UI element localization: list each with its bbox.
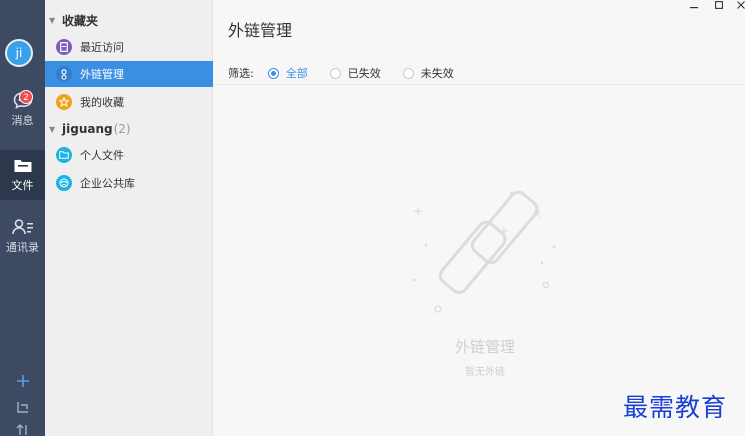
tree-item-label: 最近访问: [80, 41, 124, 54]
close-icon: [737, 1, 745, 9]
empty-state-title: 外链管理: [454, 338, 515, 356]
contacts-icon: [11, 218, 33, 234]
personal-folder-icon: [56, 147, 72, 163]
main-panel: 外链管理 筛选: 全部 已失效 未失效 外链管理 暂无外链 最需教育: [213, 0, 745, 436]
minimize-button[interactable]: [687, 0, 701, 10]
left-rail: ji 消息 2 文件 通讯录: [0, 0, 45, 436]
favorites-title: 收藏夹: [62, 13, 99, 28]
rail-item-messages[interactable]: 消息 2: [0, 84, 45, 134]
sort-icon: [16, 424, 27, 435]
sync-icon: [16, 402, 28, 413]
maximize-button[interactable]: [712, 0, 726, 10]
filter-option-label: 全部: [285, 67, 308, 80]
page-title: 外链管理: [228, 21, 293, 40]
navigation-tree: ▼ 收藏夹 最近访问 外链管理 我的收藏 ▼ jiguang (2) 个人文件: [45, 0, 213, 436]
link-icon: [56, 66, 72, 82]
filter-expired-radio[interactable]: 已失效: [329, 65, 381, 81]
tree-item-personal-files[interactable]: 个人文件: [45, 142, 213, 168]
empty-link-illustration-icon: [412, 190, 556, 313]
filter-bar: 筛选: 全部 已失效 未失效: [228, 65, 454, 81]
workspace-title: jiguang: [62, 122, 113, 136]
radio-unchecked-icon: [402, 67, 414, 79]
filter-option-label: 未失效: [420, 67, 454, 80]
add-button[interactable]: [0, 374, 45, 388]
tree-item-label: 外链管理: [80, 68, 124, 81]
avatar[interactable]: ji: [5, 39, 33, 67]
tree-item-label: 我的收藏: [80, 96, 124, 109]
radio-unchecked-icon: [329, 67, 341, 79]
tree-item-label: 企业公共库: [80, 177, 135, 190]
close-button[interactable]: [734, 0, 745, 10]
rail-item-files[interactable]: 文件: [0, 150, 45, 200]
sort-button[interactable]: [0, 424, 45, 436]
filter-active-radio[interactable]: 未失效: [402, 65, 454, 81]
tree-item-enterprise-library[interactable]: 企业公共库: [45, 170, 213, 196]
filter-all-radio[interactable]: 全部: [267, 65, 308, 81]
maximize-icon: [715, 1, 723, 9]
rail-item-contacts[interactable]: 通讯录: [0, 211, 45, 261]
tree-item-label: 个人文件: [80, 149, 124, 162]
enterprise-library-icon: [56, 175, 72, 191]
minimize-icon: [690, 7, 698, 9]
workspace-count: (2): [113, 122, 131, 136]
sync-button[interactable]: [0, 400, 45, 414]
tree-item-link-management[interactable]: 外链管理: [45, 61, 213, 87]
caret-down-icon: ▼: [49, 15, 56, 25]
plus-icon: [16, 375, 29, 387]
filter-option-label: 已失效: [347, 67, 381, 80]
folder-icon: [14, 160, 31, 172]
tree-item-recent[interactable]: 最近访问: [45, 34, 213, 60]
workspace-group-header[interactable]: ▼ jiguang (2): [45, 117, 213, 141]
rail-label-files: 文件: [11, 179, 34, 192]
caret-down-icon: ▼: [49, 124, 56, 134]
radio-checked-icon: [267, 67, 279, 79]
rail-label-messages: 消息: [11, 113, 34, 127]
filter-label: 筛选:: [228, 67, 254, 80]
star-icon: [56, 94, 72, 110]
watermark: 最需教育: [623, 393, 728, 422]
empty-state-subtitle: 暂无外链: [465, 367, 505, 378]
rail-label-contacts: 通讯录: [6, 240, 39, 254]
unread-badge: 2: [19, 90, 33, 104]
recent-doc-icon: [56, 39, 72, 55]
divider: [213, 84, 745, 85]
tree-item-my-favorites[interactable]: 我的收藏: [45, 89, 213, 115]
favorites-group-header[interactable]: ▼ 收藏夹: [45, 8, 213, 32]
